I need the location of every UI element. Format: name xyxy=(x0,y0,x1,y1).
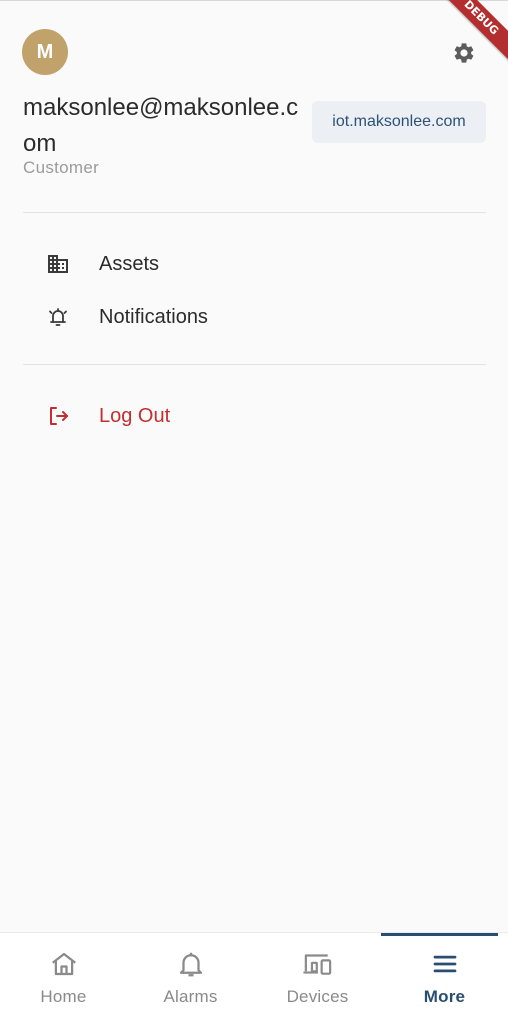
devices-icon xyxy=(302,954,331,975)
menu-item-notifications[interactable]: Notifications xyxy=(23,295,486,339)
bell-icon xyxy=(179,952,202,977)
nav-item-devices[interactable]: Devices xyxy=(254,933,381,1024)
settings-button[interactable] xyxy=(447,36,481,70)
nav-label: Devices xyxy=(286,987,349,1006)
building-icon xyxy=(23,252,93,276)
divider xyxy=(23,212,486,213)
bell-ringing-icon xyxy=(23,305,93,329)
menu-item-label: Notifications xyxy=(99,305,208,328)
menu-item-label: Assets xyxy=(99,252,160,275)
bottom-navigation: Home Alarms Devices More xyxy=(0,932,508,1024)
nav-label: More xyxy=(423,987,466,1006)
nav-item-home[interactable]: Home xyxy=(0,933,127,1024)
user-role: Customer xyxy=(23,158,100,177)
nav-label: Home xyxy=(40,987,87,1006)
nav-item-alarms[interactable]: Alarms xyxy=(127,933,254,1024)
nav-label: Alarms xyxy=(163,987,218,1006)
logout-label: Log Out xyxy=(99,404,171,427)
user-email: maksonlee@maksonlee.com xyxy=(23,94,299,157)
menu-item-assets[interactable]: Assets xyxy=(23,242,486,286)
home-icon xyxy=(51,952,76,976)
logout-button[interactable]: Log Out xyxy=(23,394,486,438)
gear-icon xyxy=(454,43,474,63)
menu-icon xyxy=(433,955,456,973)
logout-icon xyxy=(23,404,93,428)
nav-item-more[interactable]: More xyxy=(381,933,508,1024)
avatar[interactable]: M xyxy=(22,29,68,75)
server-chip[interactable]: iot.maksonlee.com xyxy=(312,101,486,143)
divider xyxy=(23,364,486,365)
